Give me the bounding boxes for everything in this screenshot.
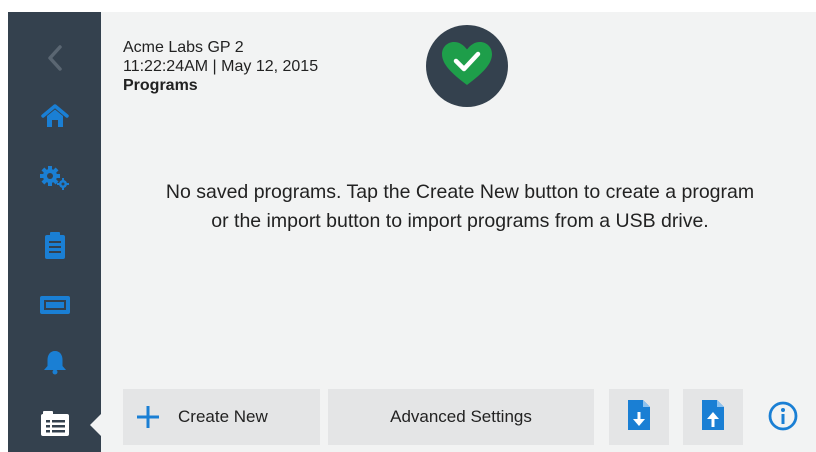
info-button[interactable] (767, 401, 799, 436)
back-button[interactable] (8, 36, 101, 84)
sidebar-item-home[interactable] (8, 94, 101, 142)
import-button[interactable] (609, 389, 669, 445)
info-icon (768, 401, 798, 436)
status-badge[interactable] (426, 25, 508, 107)
empty-state-message: No saved programs. Tap the Create New bu… (165, 181, 755, 232)
file-export-icon (701, 399, 725, 436)
heart-check-icon (441, 41, 493, 92)
create-new-button[interactable]: Create New (123, 389, 320, 445)
sidebar-item-programs[interactable] (8, 402, 101, 450)
sidebar-item-alarms[interactable] (8, 340, 101, 388)
advanced-settings-button[interactable]: Advanced Settings (328, 389, 594, 445)
file-import-icon (627, 399, 651, 436)
sidebar (8, 12, 101, 452)
export-button[interactable] (683, 389, 743, 445)
settings-gears-icon (39, 165, 71, 196)
active-indicator (90, 414, 101, 436)
datetime: 11:22:24AM | May 12, 2015 (123, 58, 319, 75)
programs-list-icon (40, 410, 70, 442)
display-icon (39, 295, 71, 320)
clipboard-icon (44, 231, 66, 265)
bell-icon (42, 349, 68, 380)
sidebar-item-display[interactable] (8, 283, 101, 331)
sidebar-item-clipboard[interactable] (8, 224, 101, 272)
header: Acme Labs GP 2 11:22:24AM | May 12, 2015… (123, 38, 318, 95)
home-icon (40, 103, 70, 134)
plus-icon (137, 406, 159, 428)
page-title: Programs (123, 77, 198, 94)
create-new-label: Create New (178, 407, 268, 426)
back-chevron-icon (47, 44, 63, 77)
sidebar-item-settings[interactable] (8, 156, 101, 204)
device-name: Acme Labs GP 2 (123, 39, 244, 56)
advanced-settings-label: Advanced Settings (390, 407, 532, 426)
